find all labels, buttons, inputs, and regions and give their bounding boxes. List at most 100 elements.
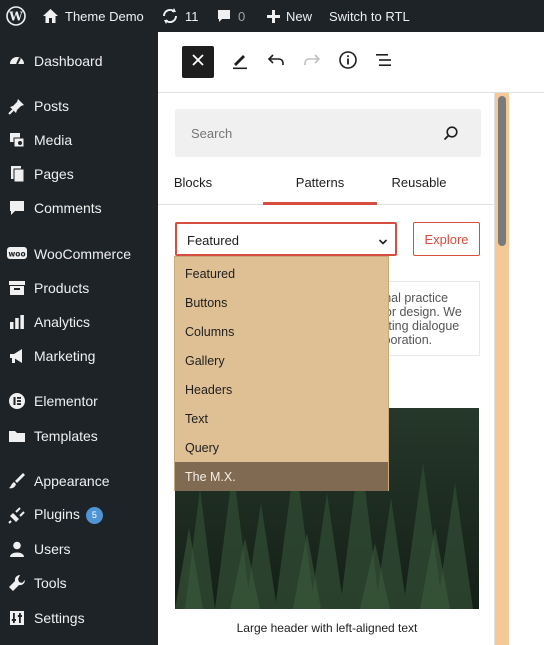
new-label: New	[286, 8, 313, 24]
sidebar-item-analytics[interactable]: Analytics	[0, 305, 158, 339]
sidebar-item-text: Pages	[34, 166, 74, 182]
undo-button[interactable]	[260, 46, 292, 78]
list-view-button[interactable]	[368, 46, 400, 78]
svg-text:W: W	[8, 10, 23, 24]
sidebar-item-marketing[interactable]: Marketing	[0, 339, 158, 373]
switch-rtl-link[interactable]: Switch to RTL	[329, 0, 410, 32]
sidebar-item-label: Settings	[34, 610, 85, 626]
sidebar-item-products[interactable]: Products	[0, 271, 158, 305]
sidebar-item-plugins[interactable]: Plugins 5	[0, 498, 158, 532]
sidebar-item-label: Pages	[34, 166, 74, 182]
sidebar-item-text: Templates	[34, 428, 98, 444]
updates-link[interactable]: 11	[161, 0, 199, 32]
megaphone-icon	[7, 346, 27, 366]
sidebar-item-media[interactable]: Media	[0, 123, 158, 157]
info-icon	[338, 50, 358, 75]
sidebar-item-label: Posts	[34, 98, 69, 114]
details-button[interactable]	[332, 46, 364, 78]
pattern-category-select[interactable]: Featured	[175, 222, 397, 256]
sidebar-item-pages[interactable]: Pages	[0, 157, 158, 191]
sidebar-item-label: Products	[34, 280, 89, 296]
sidebar-item-elementor[interactable]: Elementor	[0, 384, 158, 418]
sidebar-item-text: Dashboard	[34, 53, 103, 69]
sidebar-item-users[interactable]: Users	[0, 532, 158, 566]
dropdown-option[interactable]: Gallery	[175, 346, 388, 375]
editor-toolbar	[158, 32, 544, 93]
comments-link[interactable]: 0	[216, 0, 245, 32]
sidebar-item-label: WooCommerce	[34, 246, 131, 262]
comment-icon	[7, 198, 27, 218]
sidebar-item-text: Users	[34, 541, 71, 557]
dropdown-option[interactable]: The M.X.	[175, 462, 388, 491]
sidebar-item-settings[interactable]: Settings	[0, 601, 158, 635]
sidebar-item-text: Comments	[34, 200, 102, 216]
category-value: Featured	[187, 233, 240, 248]
sidebar-item-woocommerce[interactable]: woo WooCommerce	[0, 237, 158, 271]
sidebar-item-text: WooCommerce	[34, 246, 131, 262]
sidebar-item-label: Appearance	[34, 473, 110, 489]
sidebar-item-label: Comments	[34, 200, 102, 216]
scrollbar-thumb[interactable]	[498, 96, 506, 246]
pattern-caption: Large header with left-aligned text	[236, 621, 418, 635]
sidebar-item-text: Products	[34, 280, 90, 296]
media-icon	[7, 130, 27, 150]
sidebar-item-posts[interactable]: Posts	[0, 89, 158, 123]
category-dropdown-list: Featured Buttons Columns Gallery Headers Text…	[174, 256, 389, 491]
plus-icon	[267, 9, 280, 23]
editor-canvas-edge	[509, 93, 544, 645]
new-content-link[interactable]: New	[267, 0, 312, 32]
undo-icon	[266, 50, 286, 75]
sidebar-item-tools[interactable]: Tools	[0, 566, 158, 600]
sidebar-item-templates[interactable]: Templates	[0, 419, 158, 453]
pages-icon	[7, 164, 27, 184]
tab-patterns[interactable]: Patterns	[263, 169, 377, 205]
redo-icon	[302, 50, 322, 75]
panel-scrollbar[interactable]	[495, 93, 509, 645]
rtl-label: Switch to RTL	[329, 8, 410, 24]
sidebar-item-text: Marketing	[34, 348, 96, 364]
user-icon	[7, 539, 27, 559]
inserter-tabs: Blocks Patterns Reusable	[158, 169, 494, 205]
dropdown-option[interactable]: Featured	[175, 259, 388, 288]
tab-blocks[interactable]: Blocks	[158, 169, 228, 205]
sidebar-item-label: Dashboard	[34, 53, 103, 69]
redo-button[interactable]	[296, 46, 328, 78]
sidebar-item-label: Plugins 5	[34, 506, 103, 524]
updates-count: 11	[185, 8, 199, 24]
sidebar-item-label: Media	[34, 132, 72, 148]
explore-button[interactable]: Explore	[413, 222, 480, 256]
dropdown-option[interactable]: Headers	[175, 375, 388, 404]
site-name: Theme Demo	[65, 8, 144, 24]
admin-sidebar: Dashboard Posts Media Pages Comments woo WooCo…	[0, 32, 158, 645]
search-input[interactable]: Search	[175, 109, 481, 157]
close-inserter-button[interactable]	[182, 46, 214, 78]
tools-button[interactable]	[224, 46, 256, 78]
search-placeholder: Search	[191, 126, 233, 141]
sidebar-item-dashboard[interactable]: Dashboard	[0, 44, 158, 78]
woo-icon: woo	[7, 244, 27, 264]
dropdown-option[interactable]: Query	[175, 433, 388, 462]
sidebar-item-label: Users	[34, 541, 71, 557]
wordpress-logo-icon[interactable]: W	[6, 0, 26, 32]
sidebar-item-label: Templates	[34, 428, 98, 444]
tab-reusable[interactable]: Reusable	[384, 169, 454, 205]
sidebar-item-label: Elementor	[34, 393, 98, 409]
sidebar-item-label: Analytics	[34, 314, 90, 330]
pin-icon	[7, 96, 27, 116]
dashboard-icon	[7, 51, 27, 71]
brush-icon	[7, 471, 27, 491]
close-icon	[192, 53, 204, 71]
comment-bubble-icon	[216, 8, 232, 24]
home-icon	[42, 8, 59, 24]
dropdown-option[interactable]: Columns	[175, 317, 388, 346]
dropdown-option[interactable]: Text	[175, 404, 388, 433]
list-view-icon	[374, 50, 394, 75]
sidebar-item-comments[interactable]: Comments	[0, 191, 158, 225]
sidebar-item-text: Settings	[34, 610, 85, 626]
folder-icon	[7, 426, 27, 446]
sidebar-item-appearance[interactable]: Appearance	[0, 464, 158, 498]
site-name-link[interactable]: Theme Demo	[42, 0, 144, 32]
sidebar-item-text: Plugins	[34, 506, 80, 523]
dropdown-option[interactable]: Buttons	[175, 288, 388, 317]
sidebar-item-text: Posts	[34, 98, 70, 114]
